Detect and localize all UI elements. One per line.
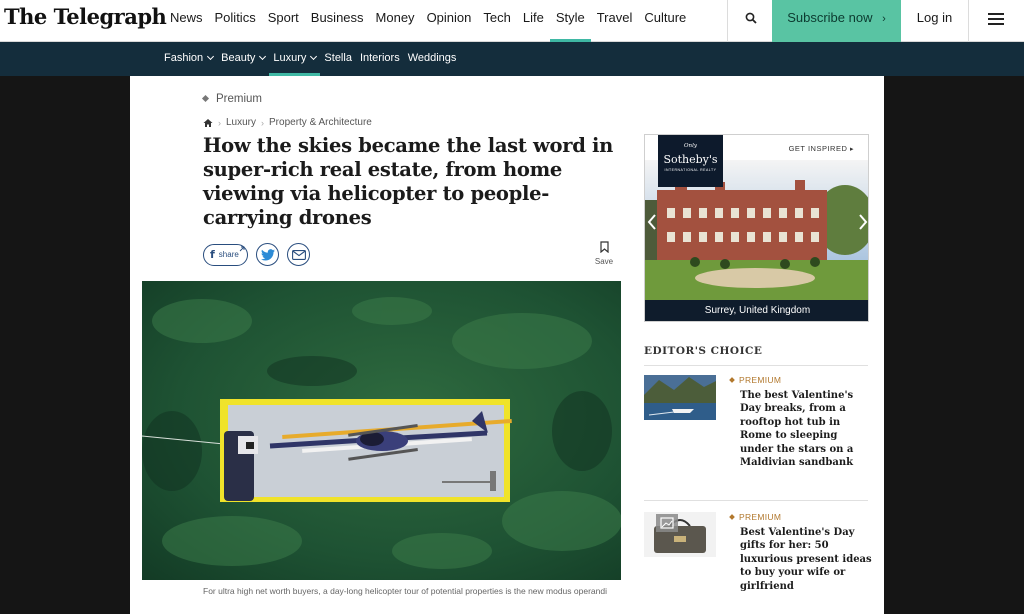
- section-subnav: Fashion Beauty Luxury Stella Interiors W…: [0, 42, 1024, 76]
- top-navigation: The Telegraph News Politics Sport Busine…: [0, 0, 1024, 42]
- breadcrumb-separator: ›: [261, 117, 265, 128]
- bookmark-icon: [599, 241, 609, 253]
- sothebys-advert[interactable]: Only Sotheby's INTERNATIONAL REALTY GET …: [644, 134, 869, 322]
- share-bar: f share: [203, 243, 310, 266]
- editors-choice-headline: Best Valentine's Day gifts for her: 50 l…: [740, 527, 872, 592]
- diamond-icon: [201, 94, 210, 103]
- editors-choice-item[interactable]: PREMIUM The best Valentine's Day breaks,…: [644, 375, 868, 485]
- lake-boat-thumbnail: [644, 375, 716, 420]
- premium-tag: Premium: [201, 93, 262, 105]
- breadcrumb-property[interactable]: Property & Architecture: [269, 117, 372, 128]
- chevron-down-icon: [310, 52, 318, 61]
- editors-choice-heading: EDITOR'S CHOICE: [644, 345, 763, 357]
- divider: [644, 365, 868, 366]
- breadcrumb-luxury[interactable]: Luxury: [226, 117, 256, 128]
- breadcrumb-separator: ›: [218, 117, 221, 128]
- play-arrow-icon: ▸: [849, 146, 854, 153]
- get-inspired-link[interactable]: GET INSPIRED ▸: [789, 144, 854, 153]
- nav-opinion[interactable]: Opinion: [421, 0, 478, 42]
- premium-kicker: PREMIUM: [729, 375, 781, 385]
- nav-politics[interactable]: Politics: [209, 0, 262, 42]
- diamond-icon: [729, 514, 735, 520]
- email-icon: [291, 250, 306, 260]
- nav-money[interactable]: Money: [370, 0, 421, 42]
- subnav-stella[interactable]: Stella: [320, 42, 356, 76]
- menu-icon: [988, 13, 1004, 15]
- sothebys-logo: Only Sotheby's INTERNATIONAL REALTY: [658, 135, 723, 187]
- main-nav: News Politics Sport Business Money Opini…: [164, 0, 692, 42]
- subnav-luxury[interactable]: Luxury: [269, 42, 321, 76]
- email-share-button[interactable]: [286, 243, 310, 266]
- article-headline: How the skies became the last word in su…: [203, 134, 614, 229]
- hero-image: [142, 281, 621, 580]
- twitter-icon: [260, 249, 275, 261]
- nav-culture[interactable]: Culture: [638, 0, 692, 42]
- handbag-thumbnail: [644, 512, 716, 557]
- divider: [644, 500, 868, 501]
- save-button[interactable]: Save: [593, 241, 615, 266]
- nav-style[interactable]: Style: [549, 0, 591, 42]
- home-icon[interactable]: [203, 118, 213, 128]
- chevron-down-icon: [259, 52, 267, 61]
- external-arrow-icon: [239, 246, 245, 251]
- ad-location: Surrey, United Kingdom: [645, 300, 868, 321]
- nav-business[interactable]: Business: [305, 0, 370, 42]
- search-icon: [745, 12, 757, 24]
- chevron-right-icon: ›: [882, 13, 886, 25]
- editors-choice-headline: The best Valentine's Day breaks, from a …: [740, 390, 854, 469]
- editors-choice-item[interactable]: PREMIUM Best Valentine's Day gifts for h…: [644, 512, 872, 612]
- twitter-share-button[interactable]: [255, 243, 279, 266]
- breadcrumb: › Luxury › Property & Architecture: [203, 117, 372, 128]
- chevron-down-icon: [207, 52, 215, 61]
- premium-kicker: PREMIUM: [729, 512, 781, 522]
- subnav-interiors[interactable]: Interiors: [356, 42, 404, 76]
- facebook-share-button[interactable]: f share: [203, 243, 248, 266]
- image-caption: For ultra high net worth buyers, a day-l…: [203, 586, 607, 596]
- nav-travel[interactable]: Travel: [591, 0, 639, 42]
- subnav-weddings[interactable]: Weddings: [404, 42, 461, 76]
- menu-button[interactable]: [969, 0, 1024, 42]
- search-button[interactable]: [727, 0, 772, 42]
- nav-news[interactable]: News: [164, 0, 209, 42]
- login-button[interactable]: Log in: [901, 0, 969, 42]
- diamond-icon: [729, 377, 735, 383]
- nav-sport[interactable]: Sport: [262, 0, 305, 42]
- subscribe-button[interactable]: Subscribe now ›: [772, 0, 901, 42]
- nav-tech[interactable]: Tech: [477, 0, 516, 42]
- telegraph-logo[interactable]: The Telegraph: [4, 4, 167, 29]
- subnav-beauty[interactable]: Beauty: [217, 42, 269, 76]
- subnav-fashion[interactable]: Fashion: [160, 42, 217, 76]
- nav-life[interactable]: Life: [517, 0, 550, 42]
- article-page: Premium › Luxury › Property & Architectu…: [130, 76, 884, 614]
- subscribe-label: Subscribe now: [787, 10, 873, 25]
- facebook-icon: f: [210, 248, 215, 261]
